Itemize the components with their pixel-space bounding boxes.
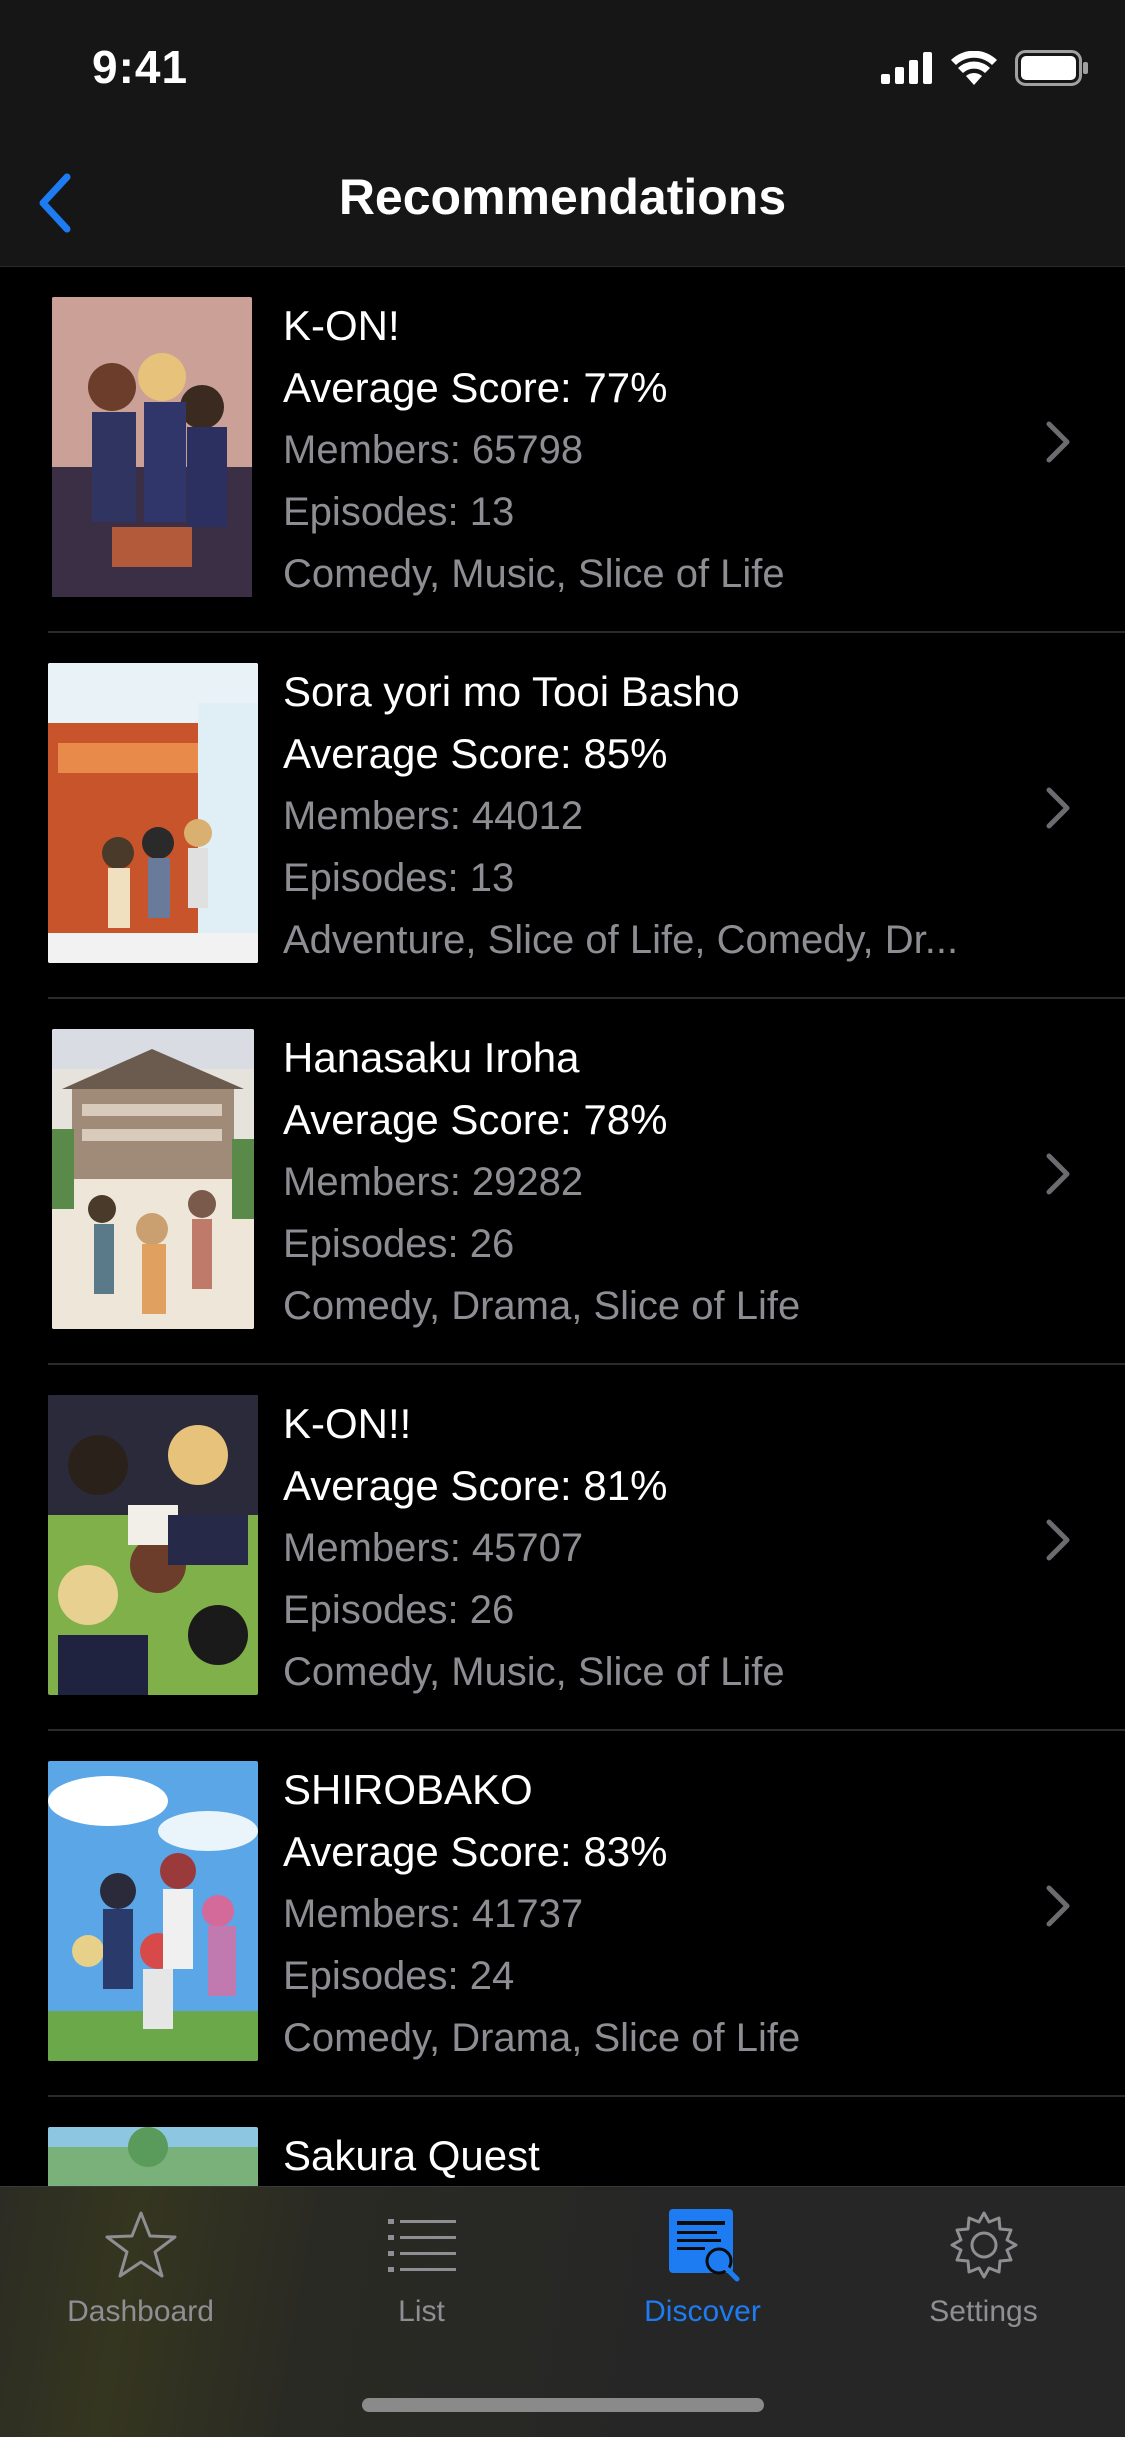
members-count: Members: 65798 xyxy=(283,428,584,472)
list-item[interactable]: SHIROBAKO Average Score: 83% Members: 41… xyxy=(0,1731,1125,2097)
page-title: Recommendations xyxy=(338,169,787,225)
tab-settings[interactable]: Settings xyxy=(843,2205,1124,2345)
list-item[interactable]: K-ON! Average Score: 77% Members: 65798 … xyxy=(0,267,1125,633)
chevron-right-icon xyxy=(1046,787,1070,829)
status-bar: 9:41 xyxy=(0,0,1125,140)
tab-label: Dashboard xyxy=(67,2295,214,2328)
list-icon xyxy=(387,2219,456,2272)
list-item[interactable]: Hanasaku Iroha Average Score: 78% Member… xyxy=(0,999,1125,1365)
members-count: Members: 41737 xyxy=(283,1892,584,1936)
status-icons xyxy=(881,46,1089,90)
cover-image xyxy=(48,1761,258,2061)
star-icon xyxy=(105,2211,176,2278)
navigation-bar: Recommendations xyxy=(0,140,1125,267)
battery-icon xyxy=(1015,50,1088,86)
recommendations-list[interactable]: K-ON! Average Score: 77% Members: 65798 … xyxy=(0,267,1125,2187)
list-item[interactable]: K-ON!! Average Score: 81% Members: 45707… xyxy=(0,1365,1125,1731)
cover-image xyxy=(48,1395,258,1695)
cover-image xyxy=(48,663,258,963)
item-title: Sakura Quest xyxy=(283,2132,540,2179)
average-score: Average Score: 78% xyxy=(283,1096,668,1143)
item-title: K-ON! xyxy=(283,302,400,349)
status-time: 9:41 xyxy=(92,41,189,93)
chevron-right-icon xyxy=(1046,421,1070,463)
genres: Comedy, Drama, Slice of Life xyxy=(283,2016,801,2060)
cover-image xyxy=(48,2127,258,2187)
episodes-count: Episodes: 26 xyxy=(283,1588,515,1632)
genres: Comedy, Drama, Slice of Life xyxy=(283,1284,801,1328)
wifi-icon xyxy=(951,51,997,85)
chevron-right-icon xyxy=(1046,1519,1070,1561)
list-item[interactable]: Sakura Quest xyxy=(0,2097,1125,2187)
cover-image xyxy=(52,1029,254,1329)
discover-icon xyxy=(668,2209,739,2282)
tab-dashboard[interactable]: Dashboard xyxy=(0,2205,281,2345)
genres: Adventure, Slice of Life, Comedy, Dr... xyxy=(283,918,959,962)
list-item[interactable]: Sora yori mo Tooi Basho Average Score: 8… xyxy=(0,633,1125,999)
chevron-right-icon xyxy=(1046,1885,1070,1927)
episodes-count: Episodes: 13 xyxy=(283,856,515,900)
genres: Comedy, Music, Slice of Life xyxy=(283,552,785,596)
tab-label: List xyxy=(398,2295,445,2328)
gear-icon xyxy=(950,2211,1017,2279)
average-score: Average Score: 85% xyxy=(283,730,668,777)
tab-discover[interactable]: Discover xyxy=(562,2205,843,2345)
signal-icon xyxy=(881,52,932,84)
episodes-count: Episodes: 26 xyxy=(283,1222,515,1266)
item-title: SHIROBAKO xyxy=(283,1766,533,1813)
item-title: Hanasaku Iroha xyxy=(283,1034,580,1081)
members-count: Members: 29282 xyxy=(283,1160,584,1204)
episodes-count: Episodes: 24 xyxy=(283,1954,515,1998)
average-score: Average Score: 77% xyxy=(283,364,668,411)
tab-label: Settings xyxy=(929,2295,1038,2328)
tab-list[interactable]: List xyxy=(281,2205,562,2345)
tab-label: Discover xyxy=(644,2295,761,2328)
average-score: Average Score: 83% xyxy=(283,1828,668,1875)
genres: Comedy, Music, Slice of Life xyxy=(283,1650,785,1694)
members-count: Members: 44012 xyxy=(283,794,584,838)
home-indicator[interactable] xyxy=(362,2398,764,2412)
item-title: K-ON!! xyxy=(283,1400,412,1447)
cover-image xyxy=(52,297,252,597)
average-score: Average Score: 81% xyxy=(283,1462,668,1509)
members-count: Members: 45707 xyxy=(283,1526,584,1570)
chevron-right-icon xyxy=(1046,1153,1070,1195)
item-title: Sora yori mo Tooi Basho xyxy=(283,668,740,715)
episodes-count: Episodes: 13 xyxy=(283,490,515,534)
